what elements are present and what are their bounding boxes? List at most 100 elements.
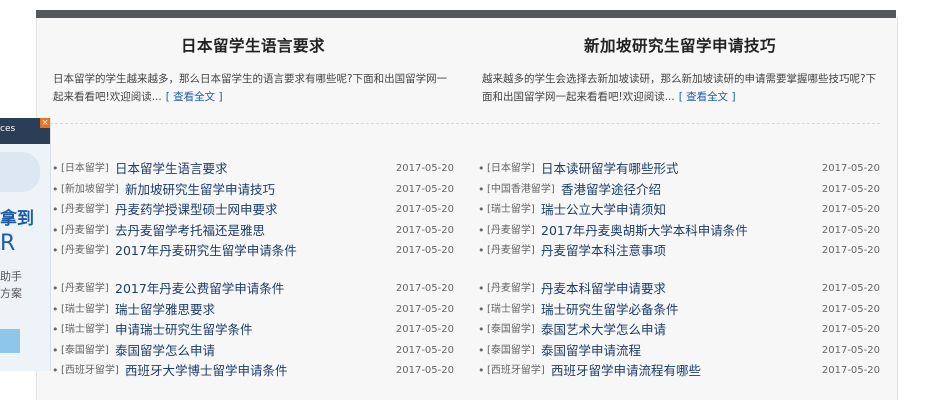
bullet-icon: • xyxy=(478,203,485,216)
article-link[interactable]: 2017年丹麦公费留学申请条件 xyxy=(115,279,284,299)
article-date: 2017-05-20 xyxy=(395,224,454,236)
bullet-icon: • xyxy=(478,244,485,257)
bullet-icon: • xyxy=(52,302,59,316)
category-tag[interactable]: [丹麦留学] xyxy=(487,241,535,261)
category-tag[interactable]: [日本留学] xyxy=(61,159,109,179)
dashed-divider xyxy=(50,123,880,124)
bullet-icon: • xyxy=(52,282,59,295)
category-tag[interactable]: [丹麦留学] xyxy=(61,200,109,220)
article-date: 2017-05-20 xyxy=(821,344,880,356)
article-date: 2017-05-20 xyxy=(395,324,454,335)
article-link[interactable]: 日本读研留学有哪些形式 xyxy=(541,159,679,179)
feature-left-summary: 日本留学的学生越来越多，那么日本留学生的语言要求有哪些呢?下面和出国留学网一起来… xyxy=(53,70,453,106)
list-item: • [丹麦留学] 丹麦药学授课型硕士网申要求 2017-05-20 xyxy=(52,200,454,220)
article-date: 2017-05-20 xyxy=(821,365,880,376)
category-tag[interactable]: [瑞士留学] xyxy=(487,200,535,220)
top-bar xyxy=(36,10,896,18)
article-link[interactable]: 申请瑞士研究生留学条件 xyxy=(115,320,253,340)
article-date: 2017-05-20 xyxy=(395,283,454,294)
bullet-icon: • xyxy=(52,182,59,196)
list-item: • [丹麦留学] 去丹麦留学考托福还是雅思 2017-05-20 xyxy=(52,221,454,241)
ad-line-1: 助手 xyxy=(0,270,22,283)
category-tag[interactable]: [丹麦留学] xyxy=(61,221,109,241)
list-item: • [新加坡留学] 新加坡研究生留学申请技巧 2017-05-20 xyxy=(52,180,454,200)
feature-right-summary: 越来越多的学生会选择去新加坡读研，那么新加坡读研的申请需要掌握哪些技巧呢?下面和… xyxy=(482,70,878,106)
article-link[interactable]: 2017年丹麦研究生留学申请条件 xyxy=(115,241,297,261)
bullet-icon: • xyxy=(478,323,485,336)
article-date: 2017-05-20 xyxy=(821,324,880,335)
bullet-icon: • xyxy=(52,223,59,237)
article-link[interactable]: 去丹麦留学考托福还是雅思 xyxy=(115,221,265,241)
read-more-link-left[interactable]: [ 查看全文 ] xyxy=(166,91,223,103)
bullet-icon: • xyxy=(478,223,485,237)
article-link[interactable]: 泰国留学怎么申请 xyxy=(115,341,215,361)
article-link[interactable]: 西班牙留学申请流程有哪些 xyxy=(551,361,701,381)
category-tag[interactable]: [丹麦留学] xyxy=(487,221,535,241)
article-link[interactable]: 泰国艺术大学怎么申请 xyxy=(541,320,666,340)
article-date: 2017-05-20 xyxy=(821,224,880,236)
article-link[interactable]: 瑞士研究生留学必备条件 xyxy=(541,300,679,320)
bullet-icon: • xyxy=(52,203,59,216)
article-link[interactable]: 香港留学途径介绍 xyxy=(561,180,661,200)
category-tag[interactable]: [丹麦留学] xyxy=(487,279,535,299)
article-link[interactable]: 新加坡研究生留学申请技巧 xyxy=(125,180,275,200)
list-item: • [丹麦留学] 2017年丹麦奥胡斯大学本科申请条件 2017-05-20 xyxy=(478,221,880,241)
article-link[interactable]: 西班牙大学博士留学申请条件 xyxy=(125,361,288,381)
ad-close-icon[interactable]: × xyxy=(40,118,50,128)
article-date: 2017-05-20 xyxy=(395,303,454,315)
list-item: • [瑞士留学] 申请瑞士研究生留学条件 2017-05-20 xyxy=(52,320,454,340)
category-tag[interactable]: [丹麦留学] xyxy=(61,279,109,299)
list-item: • [泰国留学] 泰国艺术大学怎么申请 2017-05-20 xyxy=(478,320,880,340)
read-more-link-right[interactable]: [ 查看全文 ] xyxy=(679,91,736,103)
ad-headline: 拿到 xyxy=(0,209,34,229)
floating-ad[interactable]: ces × 拿到 R 助手 方案 xyxy=(0,118,51,371)
category-tag[interactable]: [泰国留学] xyxy=(487,320,535,340)
feature-right: 新加坡研究生留学申请技巧 越来越多的学生会选择去新加坡读研，那么新加坡读研的申请… xyxy=(482,34,878,106)
category-tag[interactable]: [西班牙留学] xyxy=(487,361,545,381)
article-link[interactable]: 2017年丹麦奥胡斯大学本科申请条件 xyxy=(541,221,748,241)
list-item: • [泰国留学] 泰国留学怎么申请 2017-05-20 xyxy=(52,341,454,361)
list-item: • [西班牙留学] 西班牙留学申请流程有哪些 2017-05-20 xyxy=(478,361,880,381)
bullet-icon: • xyxy=(52,244,59,257)
article-link[interactable]: 瑞士留学雅思要求 xyxy=(115,300,215,320)
list-item: • [中国香港留学] 香港留学途径介绍 2017-05-20 xyxy=(478,180,880,200)
article-date: 2017-05-20 xyxy=(395,204,454,215)
article-date: 2017-05-20 xyxy=(821,283,880,294)
category-tag[interactable]: [瑞士留学] xyxy=(61,300,109,320)
bullet-icon: • xyxy=(478,343,485,357)
article-link[interactable]: 泰国留学申请流程 xyxy=(541,341,641,361)
category-tag[interactable]: [丹麦留学] xyxy=(61,241,109,261)
category-tag[interactable]: [瑞士留学] xyxy=(61,320,109,340)
world-map-icon xyxy=(0,152,40,192)
bullet-icon: • xyxy=(52,343,59,357)
list-item: • [瑞士留学] 瑞士研究生留学必备条件 2017-05-20 xyxy=(478,300,880,320)
feature-left-summary-text: 日本留学的学生越来越多，那么日本留学生的语言要求有哪些呢?下面和出国留学网一起来… xyxy=(53,73,448,103)
ad-button[interactable] xyxy=(0,329,20,353)
ad-line-2: 方案 xyxy=(0,287,22,300)
category-tag[interactable]: [西班牙留学] xyxy=(61,361,119,381)
category-tag[interactable]: [中国香港留学] xyxy=(487,180,555,200)
list-item: • [日本留学] 日本留学生语言要求 2017-05-20 xyxy=(52,159,454,179)
list-item: • [西班牙留学] 西班牙大学博士留学申请条件 2017-05-20 xyxy=(52,361,454,381)
category-tag[interactable]: [新加坡留学] xyxy=(61,180,119,200)
bullet-icon: • xyxy=(52,162,59,175)
article-link[interactable]: 瑞士公立大学申请须知 xyxy=(541,200,666,220)
list-item: • [丹麦留学] 2017年丹麦公费留学申请条件 2017-05-20 xyxy=(52,279,454,299)
article-date: 2017-05-20 xyxy=(821,303,880,315)
article-date: 2017-05-20 xyxy=(395,344,454,356)
feature-right-title[interactable]: 新加坡研究生留学申请技巧 xyxy=(584,37,776,55)
category-tag[interactable]: [瑞士留学] xyxy=(487,300,535,320)
category-tag[interactable]: [日本留学] xyxy=(487,159,535,179)
category-tag[interactable]: [泰国留学] xyxy=(61,341,109,361)
list-item: • [瑞士留学] 瑞士公立大学申请须知 2017-05-20 xyxy=(478,200,880,220)
feature-left: 日本留学生语言要求 日本留学的学生越来越多，那么日本留学生的语言要求有哪些呢?下… xyxy=(53,34,453,106)
bullet-icon: • xyxy=(478,182,485,196)
article-link[interactable]: 丹麦本科留学申请要求 xyxy=(541,279,666,299)
list-item: • [日本留学] 日本读研留学有哪些形式 2017-05-20 xyxy=(478,159,880,179)
article-link[interactable]: 丹麦留学本科注意事项 xyxy=(541,241,666,261)
feature-left-title[interactable]: 日本留学生语言要求 xyxy=(181,37,325,55)
category-tag[interactable]: [泰国留学] xyxy=(487,341,535,361)
article-link[interactable]: 丹麦药学授课型硕士网申要求 xyxy=(115,200,278,220)
ad-letter: R xyxy=(0,231,16,256)
article-link[interactable]: 日本留学生语言要求 xyxy=(115,159,228,179)
